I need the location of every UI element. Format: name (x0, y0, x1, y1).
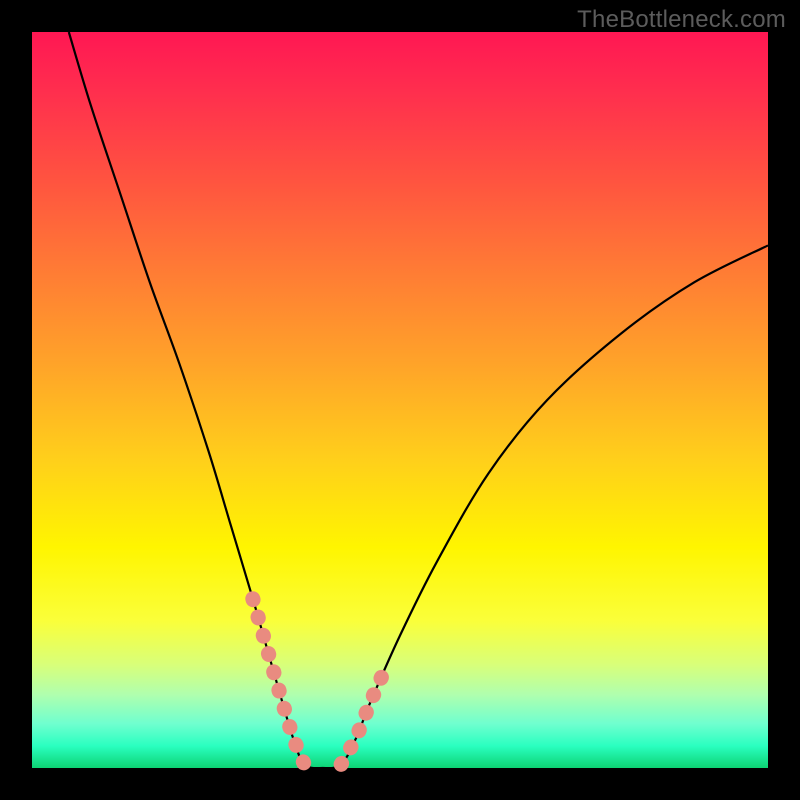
marker-segment (341, 669, 385, 765)
curve-svg (32, 32, 768, 768)
plot-area (32, 32, 768, 768)
attribution-text: TheBottleneck.com (577, 6, 786, 34)
marker-group (253, 599, 385, 765)
chart-frame: TheBottleneck.com (0, 0, 800, 800)
bottleneck-curve-path (69, 32, 768, 768)
marker-segment (253, 599, 305, 765)
